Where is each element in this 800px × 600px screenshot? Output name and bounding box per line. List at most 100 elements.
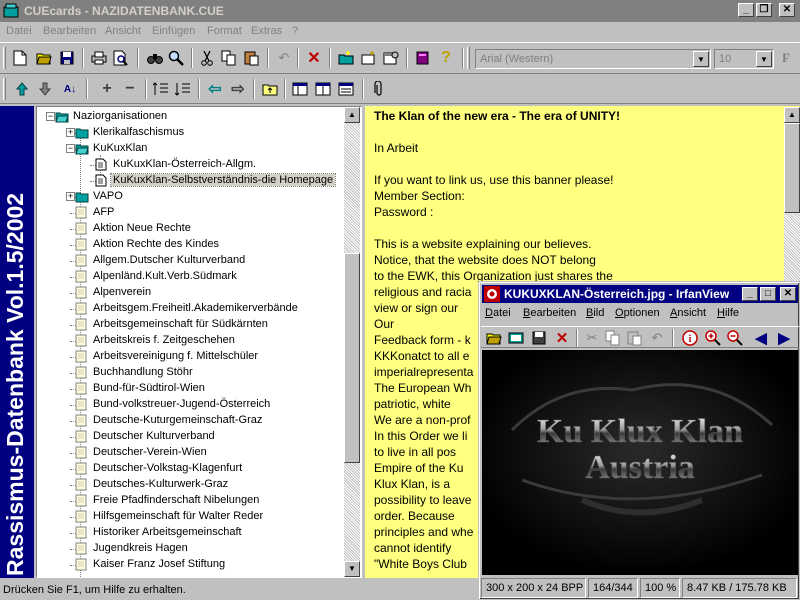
expand-plus-icon[interactable]: + xyxy=(97,79,117,99)
move-down-icon[interactable] xyxy=(35,79,55,99)
irfanview-window[interactable]: KUKUXKLAN-Österreich.jpg - IrfanView _ □… xyxy=(478,281,800,600)
copy-icon[interactable] xyxy=(219,48,239,68)
delete-icon[interactable]: ✕ xyxy=(552,328,572,348)
irfan-menu-ansicht[interactable]: Ansicht xyxy=(670,307,706,319)
outdent-list-icon[interactable] xyxy=(173,79,193,99)
tree-item[interactable]: Arbeitsgem.Freiheitl.Akademikerverbände xyxy=(37,301,347,317)
irfan-menu-bearbeiten[interactable]: Bearbeiten xyxy=(523,307,576,319)
collapse-minus-icon[interactable]: − xyxy=(120,79,140,99)
tree-item[interactable]: + VAPO xyxy=(37,189,347,205)
tree-item[interactable]: Arbeitskreis f. Zeitgeschehen xyxy=(37,333,347,349)
paste-icon[interactable] xyxy=(625,328,645,348)
minimize-button[interactable]: _ xyxy=(742,287,758,301)
sort-az-icon[interactable]: A↓ xyxy=(60,79,80,99)
folder-up-icon[interactable] xyxy=(260,79,280,99)
undo-icon[interactable]: ↶ xyxy=(647,328,667,348)
tree-item[interactable]: Deutsches-Kulturwerk-Graz xyxy=(37,477,347,493)
save-icon[interactable] xyxy=(57,48,77,68)
arrow-left-icon[interactable]: ⇦ xyxy=(205,79,225,99)
tree-item[interactable]: AFP xyxy=(37,205,347,221)
tree-item[interactable]: Alpenländ.Kult.Verb.Südmark xyxy=(37,269,347,285)
tree-item[interactable]: Freie Pfadfinderschaft Nibelungen xyxy=(37,493,347,509)
scroll-down-button[interactable]: ▼ xyxy=(344,561,360,577)
open-folder-icon[interactable] xyxy=(34,48,54,68)
view-text-icon[interactable] xyxy=(336,79,356,99)
attachment-paperclip-icon[interactable] xyxy=(369,79,389,99)
cut-icon[interactable]: ✂ xyxy=(582,328,602,348)
paste-icon[interactable] xyxy=(242,48,262,68)
view-split-icon[interactable] xyxy=(313,79,333,99)
scroll-up-button[interactable]: ▲ xyxy=(784,107,800,123)
irfanview-title-bar[interactable]: KUKUXKLAN-Österreich.jpg - IrfanView _ □… xyxy=(482,285,798,303)
move-up-icon[interactable] xyxy=(12,79,32,99)
menu-ansicht[interactable]: Ansicht xyxy=(105,25,141,37)
menu-extras[interactable]: Extras xyxy=(251,25,282,37)
tree-item[interactable]: + Klerikalfaschismus xyxy=(37,125,347,141)
expand-plus-icon[interactable]: + xyxy=(66,192,75,201)
search-icon[interactable] xyxy=(166,48,186,68)
menu-format[interactable]: Format xyxy=(207,25,242,37)
open-folder-icon[interactable] xyxy=(484,328,504,348)
next-image-icon[interactable]: ▶ xyxy=(774,328,794,348)
tree-item[interactable]: Allgem.Dutscher Kulturverband xyxy=(37,253,347,269)
tree-item[interactable]: − KuKuxKlan xyxy=(37,141,347,157)
slideshow-icon[interactable] xyxy=(506,328,526,348)
tree-item[interactable]: Alpenverein xyxy=(37,285,347,301)
tree-item[interactable]: − Naziorganisationen xyxy=(37,109,347,125)
main-title-bar[interactable]: CUEcards - NAZIDATENBANK.CUE _ ❐ ✕ xyxy=(0,0,800,22)
chevron-down-icon[interactable]: ▼ xyxy=(693,51,709,67)
tree-item[interactable]: Deutscher Kulturverband xyxy=(37,429,347,445)
menu-datei[interactable]: Datei xyxy=(6,25,32,37)
toolbar-grip[interactable] xyxy=(467,47,470,69)
toolbar-grip[interactable] xyxy=(3,78,6,100)
tree-item[interactable]: Arbeitsgemeinschaft für Südkärnten xyxy=(37,317,347,333)
font-family-select[interactable]: Arial (Western) ▼ xyxy=(475,49,711,69)
menu-bearbeiten[interactable]: Bearbeiten xyxy=(43,25,96,37)
print-icon[interactable] xyxy=(89,48,109,68)
properties-icon[interactable] xyxy=(381,48,401,68)
card-tree-view[interactable]: − Naziorganisationen + Klerikalfaschismus − K… xyxy=(36,106,362,578)
scroll-thumb[interactable] xyxy=(344,253,360,463)
tree-vertical-scrollbar[interactable]: ▲ ▼ xyxy=(344,107,360,577)
view-tree-icon[interactable] xyxy=(290,79,310,99)
copy-icon[interactable] xyxy=(603,328,623,348)
bookshelf-icon[interactable] xyxy=(413,48,433,68)
collapse-minus-icon[interactable]: − xyxy=(46,112,55,121)
maximize-button[interactable]: □ xyxy=(760,287,776,301)
tree-item[interactable]: Bund-volkstreuer-Jugend-Österreich xyxy=(37,397,347,413)
tree-item[interactable]: Bund-für-Südtirol-Wien xyxy=(37,381,347,397)
irfan-menu-hilfe[interactable]: Hilfe xyxy=(717,307,739,319)
delete-icon[interactable]: ✕ xyxy=(304,48,324,68)
irfan-menu-optionen[interactable]: Optionen xyxy=(615,307,660,319)
indent-list-icon[interactable] xyxy=(151,79,171,99)
scroll-thumb[interactable] xyxy=(784,123,800,213)
tree-item[interactable]: Deutsche-Kuturgemeinschaft-Graz xyxy=(37,413,347,429)
menu-help[interactable]: ? xyxy=(292,25,298,37)
irfan-menu-bild[interactable]: Bild xyxy=(586,307,604,319)
font-size-select[interactable]: 10 ▼ xyxy=(714,49,774,69)
tree-item[interactable]: KuKuxKlan-Selbstverständnis-die Homepage xyxy=(37,173,347,189)
previous-image-icon[interactable]: ◀ xyxy=(751,328,771,348)
tree-item[interactable]: Hilfsgemeinschaft für Walter Reder xyxy=(37,509,347,525)
bold-format-button[interactable]: F xyxy=(776,48,796,68)
zoom-in-icon[interactable] xyxy=(703,328,723,348)
zoom-out-icon[interactable] xyxy=(725,328,745,348)
expand-plus-icon[interactable]: + xyxy=(66,128,75,137)
irfan-menu-datei[interactable]: Datei xyxy=(485,307,511,319)
arrow-right-icon[interactable]: ⇨ xyxy=(228,79,248,99)
scroll-up-button[interactable]: ▲ xyxy=(344,107,360,123)
new-folder-card-icon[interactable] xyxy=(336,48,356,68)
save-icon[interactable] xyxy=(529,328,549,348)
tree-item[interactable]: Deutscher-Verein-Wien xyxy=(37,445,347,461)
help-question-icon[interactable]: ? xyxy=(436,48,456,68)
cut-icon[interactable] xyxy=(197,48,217,68)
find-binoculars-icon[interactable] xyxy=(145,48,165,68)
tree-item[interactable]: Buchhandlung Stöhr xyxy=(37,365,347,381)
tree-item[interactable]: Kaiser Franz Josef Stiftung xyxy=(37,557,347,573)
close-button[interactable]: ✕ xyxy=(779,3,795,17)
tree-item[interactable]: Historiker Arbeitsgemeinschaft xyxy=(37,525,347,541)
collapse-minus-icon[interactable]: − xyxy=(66,144,75,153)
minimize-button[interactable]: _ xyxy=(738,3,754,17)
tree-item[interactable]: Aktion Rechte des Kindes xyxy=(37,237,347,253)
undo-icon[interactable]: ↶ xyxy=(274,48,294,68)
